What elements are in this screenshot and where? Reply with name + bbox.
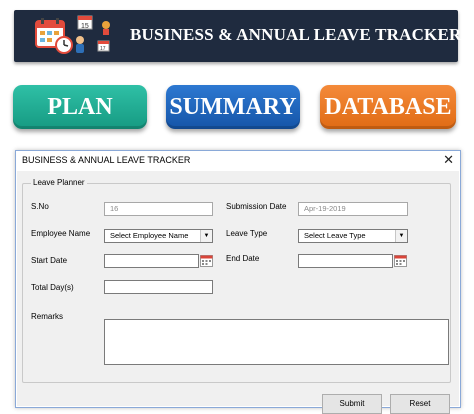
end-date-field[interactable] <box>298 254 393 268</box>
banner-title: BUSINESS & ANNUAL LEAVE TRACKER <box>130 25 462 44</box>
submission-date-field: Apr-19-2019 <box>298 202 408 216</box>
summary-button[interactable]: SUMMARY <box>166 85 300 129</box>
sno-label: S.No <box>31 202 49 211</box>
calendar-icon[interactable] <box>200 254 213 267</box>
svg-text:15: 15 <box>81 23 89 30</box>
svg-text:17: 17 <box>100 46 106 52</box>
start-date-field[interactable] <box>104 254 199 268</box>
plan-button[interactable]: PLAN <box>13 85 147 129</box>
leave-planner-frame: Leave Planner S.No 16 Submission Date Ap… <box>22 178 451 383</box>
remarks-label: Remarks <box>31 312 64 321</box>
leave-type-select[interactable]: Select Leave Type ▼ <box>298 229 408 243</box>
employee-name-select[interactable]: Select Employee Name ▼ <box>104 229 213 243</box>
employee-name-value: Select Employee Name <box>110 231 189 240</box>
dropdown-arrow-icon[interactable]: ▼ <box>395 230 407 242</box>
dialog-body: Leave Planner S.No 16 Submission Date Ap… <box>17 171 459 414</box>
app-banner: 15 17 BUSINESS & ANNUAL LEAVE TRACKER <box>14 10 461 62</box>
sno-field: 16 <box>104 202 213 216</box>
leave-planner-dialog: BUSINESS & ANNUAL LEAVE TRACKER ✕ Leave … <box>15 150 461 414</box>
start-date-label: Start Date <box>31 256 68 265</box>
submission-date-label: Submission Date <box>226 202 287 211</box>
end-date-label: End Date <box>226 254 260 263</box>
calendar-icon[interactable] <box>394 254 407 267</box>
database-button[interactable]: DATABASE <box>320 85 456 129</box>
close-icon[interactable]: ✕ <box>443 152 454 168</box>
leave-type-label: Leave Type <box>226 229 268 238</box>
leave-type-value: Select Leave Type <box>304 231 366 240</box>
reset-button[interactable]: Reset <box>390 394 450 414</box>
dialog-title: BUSINESS & ANNUAL LEAVE TRACKER <box>22 155 191 165</box>
total-days-label: Total Day(s) <box>31 283 74 292</box>
employee-name-label: Employee Name <box>31 229 91 238</box>
calendar-clock-icon: 15 17 <box>35 15 110 54</box>
dropdown-arrow-icon[interactable]: ▼ <box>200 230 212 242</box>
submit-button[interactable]: Submit <box>322 394 382 414</box>
remarks-textarea[interactable] <box>104 319 449 365</box>
total-days-field[interactable] <box>104 280 213 294</box>
frame-label: Leave Planner <box>31 178 87 187</box>
